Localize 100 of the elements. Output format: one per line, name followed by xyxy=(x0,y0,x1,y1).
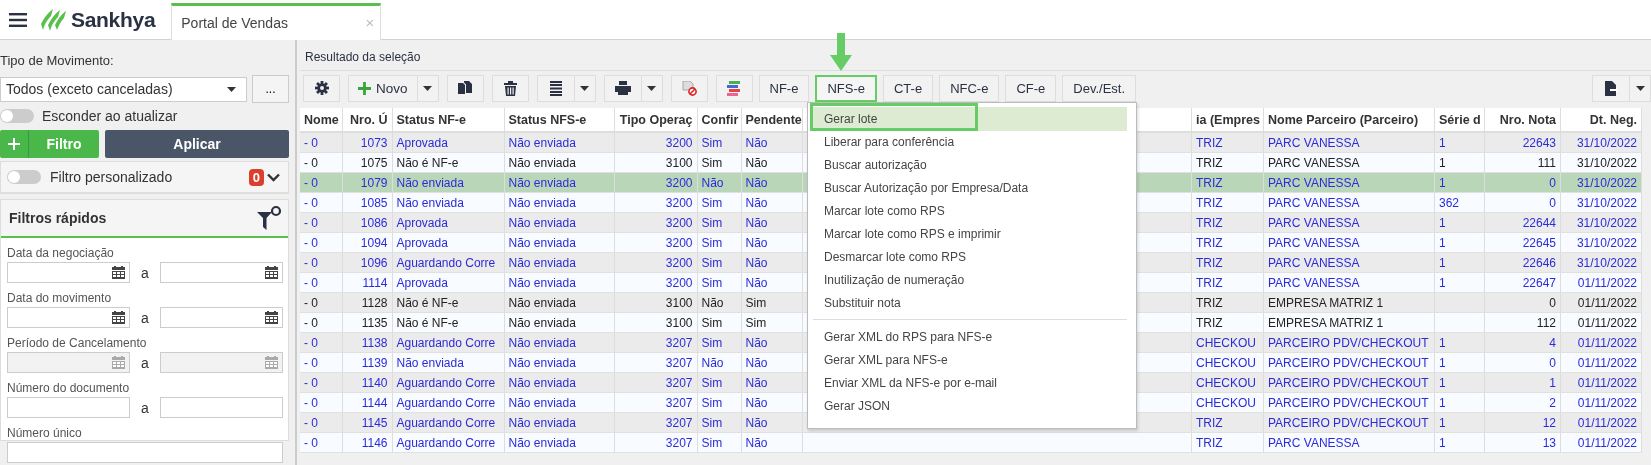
table-cell: - 0 xyxy=(300,332,342,353)
export-button[interactable] xyxy=(1592,74,1629,102)
table-cell: 1 xyxy=(1434,372,1485,393)
table-cell: 01/11/2022 xyxy=(1560,432,1642,453)
table-cell: 1139 xyxy=(342,352,392,373)
date-field[interactable] xyxy=(160,307,283,328)
table-cell: Não enviada xyxy=(504,172,614,193)
menu-item[interactable]: Gerar lote xyxy=(813,107,1127,131)
table-cell: 112 xyxy=(1484,312,1561,333)
column-header[interactable]: Tipo Operaç xyxy=(614,108,697,132)
document-type-button[interactable]: CF-e xyxy=(1005,74,1057,102)
document-type-button[interactable]: NFS-e xyxy=(815,74,877,102)
stacked-bars-icon xyxy=(727,80,741,96)
toggle-switch[interactable] xyxy=(0,109,34,123)
menu-item[interactable]: Gerar XML do RPS para NFS-e xyxy=(813,326,1127,349)
date-field[interactable] xyxy=(7,262,130,283)
menu-item[interactable]: Buscar autorização xyxy=(813,154,1127,177)
table-cell: 3200 xyxy=(614,132,697,153)
movement-type-select[interactable]: Todos (exceto canceladas) xyxy=(0,76,247,102)
more-button[interactable]: ... xyxy=(252,75,289,103)
column-header[interactable]: Dt. Neg. xyxy=(1560,108,1642,132)
dropdown-button[interactable] xyxy=(640,74,663,102)
table-cell: Não xyxy=(741,392,802,413)
cancel-document-button[interactable] xyxy=(670,74,708,102)
delete-button[interactable] xyxy=(491,74,529,102)
table-cell: 1 xyxy=(1434,392,1485,413)
dropdown-button[interactable] xyxy=(573,74,596,102)
table-cell: Não enviada xyxy=(504,332,614,353)
document-type-button[interactable]: NF-e xyxy=(758,74,810,102)
table-cell: TRIZ xyxy=(1191,172,1264,193)
number-field[interactable] xyxy=(7,397,130,418)
caret-icon xyxy=(580,85,589,91)
table-cell: Sim xyxy=(697,272,741,293)
number-field[interactable] xyxy=(160,397,283,418)
table-cell: - 0 xyxy=(300,272,342,293)
table-cell: 22643 xyxy=(1484,132,1561,153)
toggle-switch[interactable] xyxy=(7,170,41,184)
apply-button[interactable]: Aplicar xyxy=(105,130,289,158)
table-cell: PARC VANESSA xyxy=(1263,132,1435,153)
menu-item[interactable]: Gerar XML para NFS-e xyxy=(813,349,1127,372)
column-header[interactable]: Nome xyxy=(300,108,342,132)
table-cell: - 0 xyxy=(300,372,342,393)
menu-item[interactable]: Buscar Autorização por Empresa/Data xyxy=(813,177,1127,200)
new-button[interactable]: Novo xyxy=(348,74,417,102)
caret-icon xyxy=(423,85,432,91)
funnel-icon[interactable] xyxy=(256,205,282,231)
column-header[interactable]: ia (Empres xyxy=(1191,108,1264,132)
list-button[interactable] xyxy=(536,74,574,102)
column-header[interactable]: Nro. Nota xyxy=(1484,108,1561,132)
table-cell: 01/11/2022 xyxy=(1560,412,1642,433)
column-header[interactable]: Nro. Ú xyxy=(342,108,392,132)
table-cell: - 0 xyxy=(300,432,342,453)
filter-label: Período de Cancelamento xyxy=(7,336,148,350)
menu-icon[interactable] xyxy=(9,12,27,27)
chevron-down-icon[interactable] xyxy=(267,172,280,182)
number-field[interactable] xyxy=(7,442,283,463)
date-field[interactable] xyxy=(160,352,283,373)
date-field[interactable] xyxy=(160,262,283,283)
document-type-button[interactable]: Dev./Est. xyxy=(1062,74,1137,102)
table-cell: Não xyxy=(741,332,802,353)
table-cell: Sim xyxy=(697,432,741,453)
calendar-icon xyxy=(265,266,278,279)
settings-button[interactable] xyxy=(303,74,340,102)
table-cell: Sim xyxy=(697,412,741,433)
table-cell: Não xyxy=(741,232,802,253)
duplicate-button[interactable] xyxy=(446,74,484,102)
table-cell: TRIZ xyxy=(1191,432,1264,453)
menu-item[interactable]: Inutilização de numeração xyxy=(813,269,1127,292)
document-type-button[interactable]: CT-e xyxy=(882,74,934,102)
menu-item[interactable]: Marcar lote como RPS e imprimir xyxy=(813,223,1127,246)
table-cell: Não xyxy=(741,212,802,233)
table-cell: 31/10/2022 xyxy=(1560,252,1642,273)
table-cell: Não xyxy=(741,272,802,293)
column-header[interactable]: Status NFS-e xyxy=(504,108,614,132)
menu-item[interactable]: Enviar XML da NFS-e por e-mail xyxy=(813,372,1127,395)
column-header[interactable]: Pendente xyxy=(741,108,802,132)
trash-icon xyxy=(503,80,517,96)
table-cell: - 0 xyxy=(300,352,342,373)
print-button[interactable] xyxy=(603,74,641,102)
table-cell: 1073 xyxy=(342,132,392,153)
column-header[interactable]: Nome Parceiro (Parceiro) xyxy=(1263,108,1435,132)
dropdown-button[interactable] xyxy=(1629,74,1651,102)
menu-item[interactable]: Gerar JSON xyxy=(813,395,1127,418)
portal-tab[interactable]: Portal de Vendas × xyxy=(171,2,382,40)
document-type-button[interactable]: NFC-e xyxy=(939,74,1000,102)
menu-item[interactable]: Desmarcar lote como RPS xyxy=(813,246,1127,269)
table-cell: 0 xyxy=(1484,352,1561,373)
menu-item[interactable]: Marcar lote como RPS xyxy=(813,200,1127,223)
document-export-icon xyxy=(1604,80,1618,96)
menu-item[interactable]: Liberar para conferência xyxy=(813,131,1127,154)
date-field[interactable] xyxy=(7,307,130,328)
column-header[interactable]: Confir xyxy=(697,108,741,132)
dropdown-button[interactable] xyxy=(416,74,439,102)
column-header[interactable]: Status NF-e xyxy=(392,108,504,132)
menu-item[interactable]: Substituir nota xyxy=(813,292,1127,315)
layout-button[interactable] xyxy=(715,74,753,102)
table-cell: Sim xyxy=(697,332,741,353)
table-cell: Não xyxy=(741,152,802,173)
table-cell: 3100 xyxy=(614,292,697,313)
column-header[interactable]: Série d xyxy=(1434,108,1485,132)
